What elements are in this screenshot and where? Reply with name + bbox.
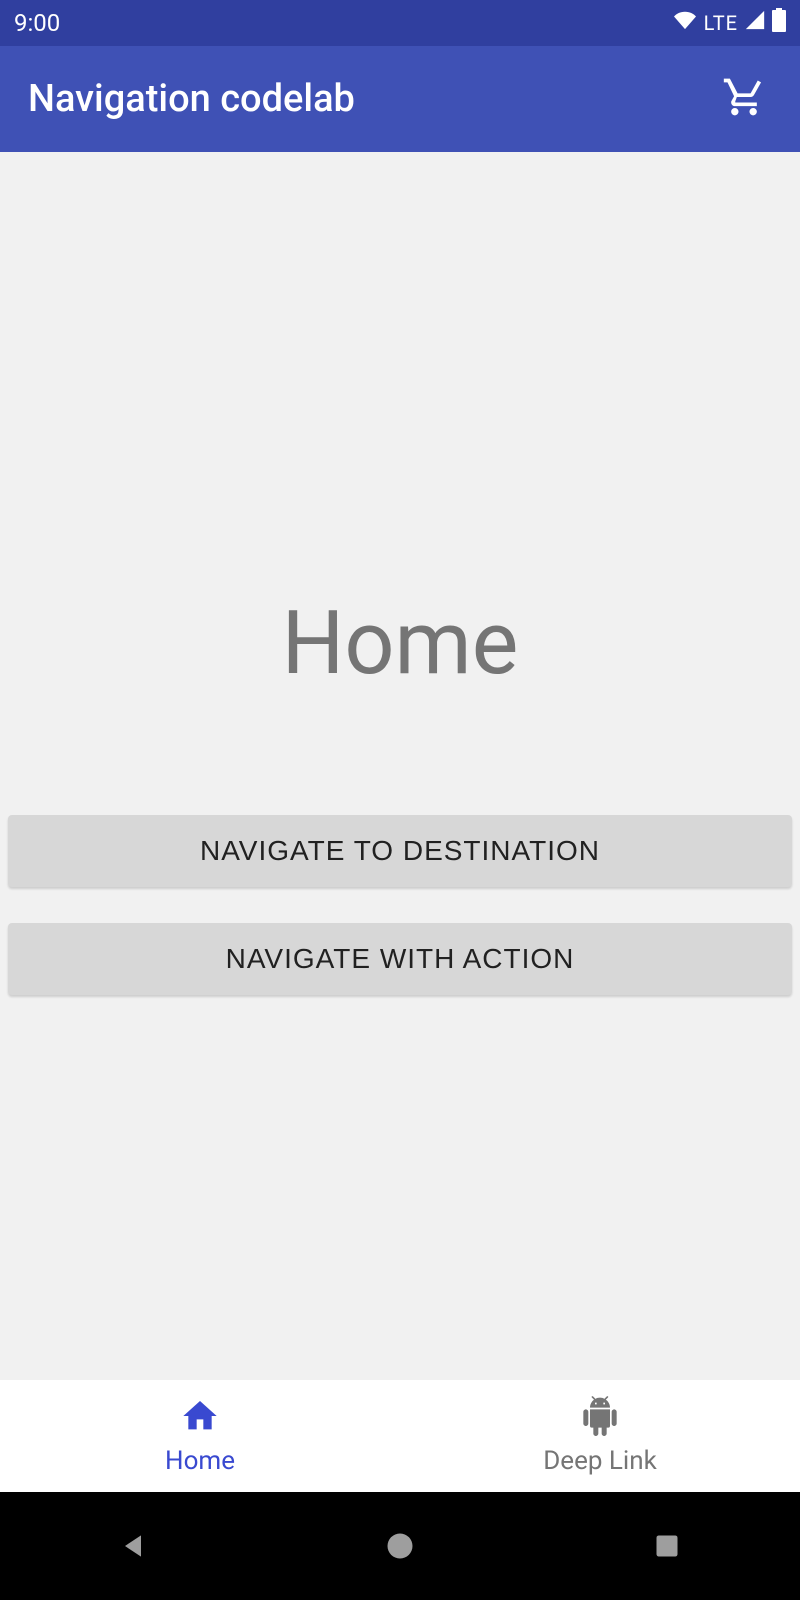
home-icon bbox=[180, 1396, 220, 1440]
navigate-action-button[interactable]: NAVIGATE WITH ACTION bbox=[8, 923, 792, 995]
bottom-nav: Home Deep Link bbox=[0, 1380, 800, 1492]
content-area: Home NAVIGATE TO DESTINATION NAVIGATE WI… bbox=[0, 152, 800, 1380]
navigate-destination-button[interactable]: NAVIGATE TO DESTINATION bbox=[8, 815, 792, 887]
back-button[interactable] bbox=[73, 1516, 193, 1576]
status-bar: 9:00 LTE bbox=[0, 0, 800, 46]
app-bar: Navigation codelab bbox=[0, 46, 800, 152]
wifi-icon bbox=[672, 9, 698, 37]
cart-button[interactable] bbox=[716, 71, 772, 127]
network-label: LTE bbox=[704, 11, 738, 35]
cart-icon bbox=[722, 75, 766, 123]
status-indicators: LTE bbox=[672, 8, 786, 38]
recents-button[interactable] bbox=[607, 1516, 727, 1576]
app-title: Navigation codelab bbox=[28, 77, 355, 121]
system-nav-bar bbox=[0, 1492, 800, 1600]
nav-item-home[interactable]: Home bbox=[0, 1380, 400, 1492]
battery-icon bbox=[772, 8, 786, 38]
signal-icon bbox=[744, 9, 766, 37]
home-button[interactable] bbox=[340, 1516, 460, 1576]
nav-label-home: Home bbox=[165, 1446, 235, 1476]
android-icon bbox=[580, 1396, 620, 1440]
page-title: Home bbox=[282, 592, 519, 695]
nav-item-deep-link[interactable]: Deep Link bbox=[400, 1380, 800, 1492]
nav-label-deep-link: Deep Link bbox=[543, 1446, 657, 1476]
status-time: 9:00 bbox=[14, 9, 60, 37]
